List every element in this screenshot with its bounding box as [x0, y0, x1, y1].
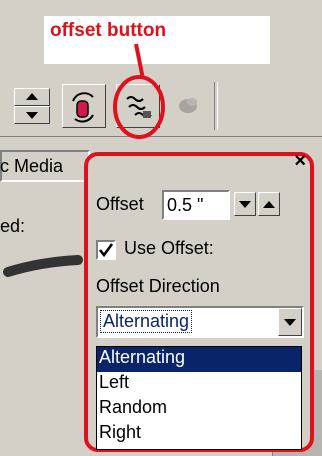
background-field-1: c Media [0, 150, 90, 182]
chevron-down-icon [284, 319, 296, 326]
offset-value: 0.5 " [167, 195, 204, 215]
list-item-label: Random [99, 397, 168, 417]
list-item-label: Left [99, 372, 130, 392]
offset-direction-listbox: Alternating Left Random Right [96, 346, 302, 450]
brush-stroke-preview [3, 255, 83, 277]
offset-decrement-button[interactable] [234, 192, 256, 216]
offset-direction-select[interactable]: Alternating [96, 306, 304, 338]
background-partial-text-1: c Media [0, 156, 64, 176]
offset-value-field[interactable]: 0.5 " [162, 190, 230, 220]
dropdown-arrow-button[interactable] [278, 308, 302, 336]
background-partial-text-2: ed: [0, 216, 26, 236]
list-item[interactable]: Left [97, 372, 301, 397]
close-icon[interactable]: × [294, 150, 306, 173]
checkmark-icon [98, 243, 114, 258]
triangle-down-icon [239, 201, 251, 208]
offset-direction-selected: Alternating [100, 310, 193, 333]
offset-popup: × Offset 0.5 " Use Offset: Offset Direct… [84, 150, 314, 452]
list-item[interactable]: Right [97, 422, 301, 447]
list-item[interactable]: Random [97, 397, 301, 422]
offset-increment-button[interactable] [258, 192, 280, 216]
list-item-label: Alternating [99, 347, 186, 367]
list-item-label: Right [99, 422, 142, 442]
use-offset-label: Use Offset: [124, 238, 214, 258]
list-item[interactable]: Alternating [97, 347, 301, 372]
use-offset-checkbox[interactable] [96, 240, 116, 260]
triangle-up-icon [263, 201, 275, 208]
offset-direction-label: Offset Direction [96, 276, 220, 296]
offset-label: Offset [96, 194, 144, 214]
